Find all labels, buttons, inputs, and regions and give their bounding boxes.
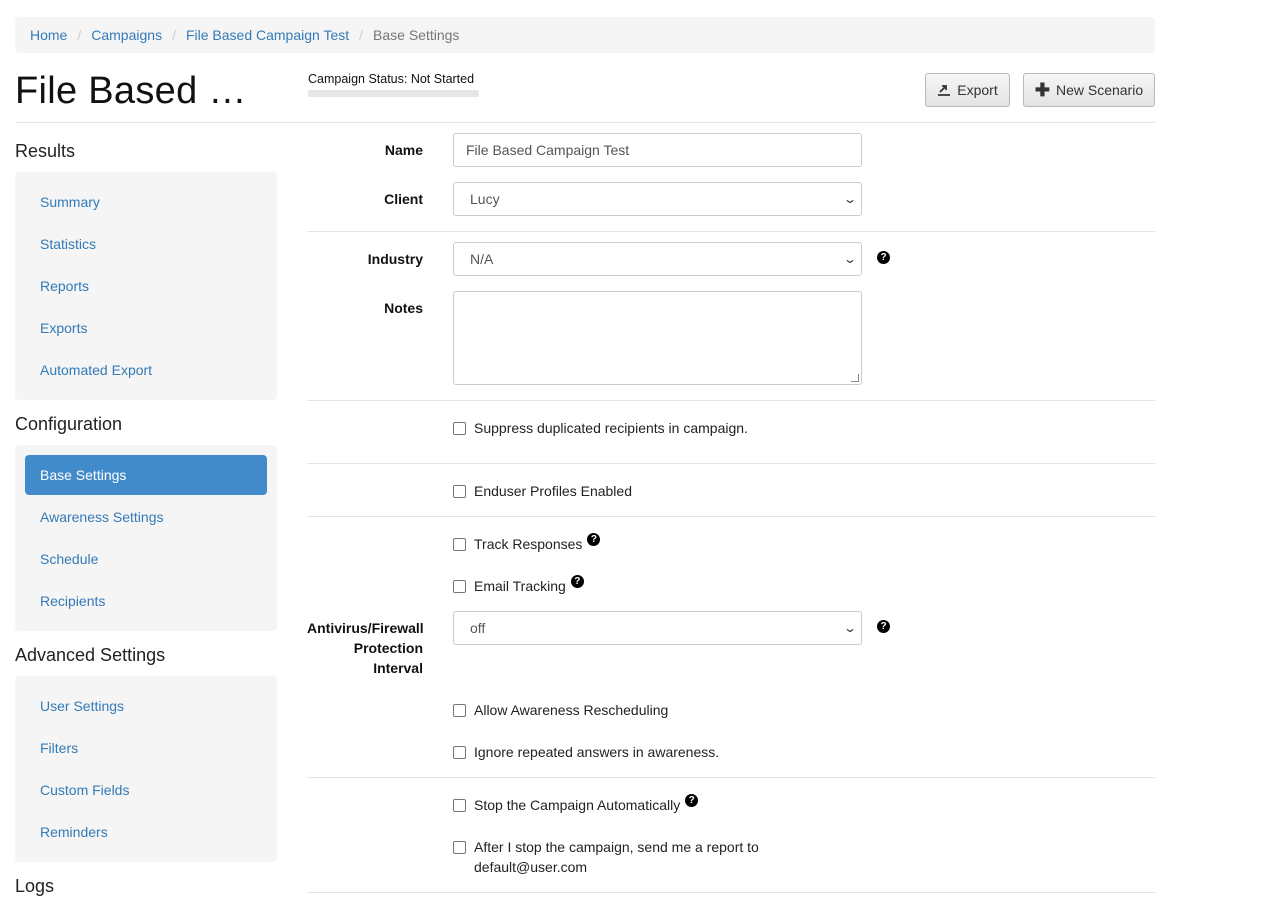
email-tracking-checkbox[interactable] bbox=[453, 580, 466, 593]
page-title: File Based … bbox=[15, 70, 247, 112]
notes-textarea[interactable] bbox=[453, 291, 862, 385]
antivirus-interval-select[interactable]: off ⌄ bbox=[453, 611, 862, 645]
breadcrumb-separator: / bbox=[172, 27, 176, 43]
campaign-status-label: Campaign Status: Not Started bbox=[308, 72, 475, 86]
industry-label: Industry bbox=[367, 251, 423, 267]
breadcrumb-current: Base Settings bbox=[373, 27, 460, 43]
client-select-value: Lucy bbox=[470, 191, 500, 207]
sidebar-item-schedule[interactable]: Schedule bbox=[25, 539, 267, 579]
section-divider bbox=[307, 400, 1155, 401]
sidebar-item-awareness-settings[interactable]: Awareness Settings bbox=[25, 497, 267, 537]
email-tracking-label: Email Tracking bbox=[474, 578, 566, 594]
export-button[interactable]: Export bbox=[925, 73, 1010, 107]
sidebar-item-user-settings[interactable]: User Settings bbox=[25, 686, 267, 726]
track-responses-label: Track Responses bbox=[474, 536, 583, 552]
sidebar-item-filters[interactable]: Filters bbox=[25, 728, 267, 768]
resize-handle-icon[interactable] bbox=[851, 374, 859, 382]
new-scenario-button[interactable]: ✚ New Scenario bbox=[1023, 73, 1155, 107]
campaign-status: Campaign Status: Not Started bbox=[308, 72, 479, 97]
breadcrumb-separator: / bbox=[359, 27, 364, 43]
send-report-option[interactable]: After I stop the campaign, send me a rep… bbox=[453, 837, 759, 877]
sidebar-item-base-settings[interactable]: Base Settings bbox=[25, 455, 267, 495]
sidebar-panel-results: Summary Statistics Reports Exports Autom… bbox=[15, 172, 277, 400]
send-report-email: default@user.com bbox=[474, 859, 588, 875]
antivirus-interval-label: Antivirus/Firewall Protection Interval bbox=[307, 618, 424, 678]
client-label: Client bbox=[384, 191, 423, 207]
stop-automatically-help-icon[interactable]: ? bbox=[685, 794, 699, 807]
ignore-repeated-checkbox[interactable] bbox=[453, 746, 466, 759]
industry-select[interactable]: N/A ⌄ bbox=[453, 242, 862, 276]
chevron-down-icon: ⌄ bbox=[842, 192, 858, 206]
section-divider bbox=[307, 231, 1155, 232]
suppress-duplicates-label: Suppress duplicated recipients in campai… bbox=[474, 420, 748, 436]
stop-automatically-label: Stop the Campaign Automatically bbox=[474, 797, 681, 813]
breadcrumb-separator: / bbox=[77, 27, 82, 43]
chevron-down-icon: ⌄ bbox=[842, 252, 858, 266]
antivirus-help-icon[interactable]: ? bbox=[877, 620, 890, 633]
sidebar-heading-logs: Logs bbox=[15, 876, 55, 896]
chevron-down-icon: ⌄ bbox=[842, 621, 858, 635]
section-divider bbox=[307, 463, 1155, 464]
track-responses-option[interactable]: Track Responses ? bbox=[453, 533, 601, 554]
breadcrumb-home-link[interactable]: Home bbox=[30, 27, 67, 43]
sidebar-item-reports[interactable]: Reports bbox=[25, 266, 267, 306]
new-scenario-button-label: New Scenario bbox=[1055, 82, 1144, 98]
email-tracking-option[interactable]: Email Tracking ? bbox=[453, 575, 584, 596]
ignore-repeated-label: Ignore repeated answers in awareness. bbox=[474, 744, 720, 760]
sidebar-item-statistics[interactable]: Statistics bbox=[25, 224, 267, 264]
sidebar-panel-configuration: Base Settings Awareness Settings Schedul… bbox=[15, 445, 277, 631]
export-button-label: Export bbox=[957, 82, 998, 98]
sidebar-item-reminders[interactable]: Reminders bbox=[25, 812, 267, 852]
allow-rescheduling-checkbox[interactable] bbox=[453, 704, 466, 717]
sidebar-item-summary[interactable]: Summary bbox=[25, 182, 267, 222]
section-divider bbox=[307, 777, 1155, 778]
stop-automatically-option[interactable]: Stop the Campaign Automatically ? bbox=[453, 794, 699, 815]
enduser-profiles-label: Enduser Profiles Enabled bbox=[474, 483, 632, 499]
export-icon bbox=[937, 82, 951, 99]
sidebar-heading-advanced-settings: Advanced Settings bbox=[15, 645, 166, 665]
breadcrumb: Home / Campaigns / File Based Campaign T… bbox=[15, 17, 1155, 53]
suppress-duplicates-checkbox[interactable] bbox=[453, 422, 466, 435]
enduser-profiles-checkbox[interactable] bbox=[453, 485, 466, 498]
plus-icon: ✚ bbox=[1034, 80, 1050, 100]
name-label: Name bbox=[384, 142, 423, 158]
header-divider bbox=[15, 122, 1155, 123]
sidebar-item-automated-export[interactable]: Automated Export bbox=[25, 350, 267, 390]
breadcrumb-campaign-link[interactable]: File Based Campaign Test bbox=[186, 27, 349, 43]
send-report-checkbox[interactable] bbox=[453, 841, 466, 854]
track-responses-checkbox[interactable] bbox=[453, 538, 466, 551]
industry-select-value: N/A bbox=[470, 251, 494, 267]
allow-rescheduling-option[interactable]: Allow Awareness Rescheduling bbox=[453, 700, 668, 720]
track-responses-help-icon[interactable]: ? bbox=[587, 533, 601, 546]
breadcrumb-campaigns-link[interactable]: Campaigns bbox=[91, 27, 162, 43]
send-report-label-line-1: After I stop the campaign, send me a rep… bbox=[474, 839, 759, 855]
sidebar-item-custom-fields[interactable]: Custom Fields bbox=[25, 770, 267, 810]
sidebar-heading-results: Results bbox=[15, 141, 76, 161]
sidebar-heading-configuration: Configuration bbox=[15, 414, 123, 434]
industry-help-icon[interactable]: ? bbox=[877, 251, 890, 264]
send-report-label: After I stop the campaign, send me a rep… bbox=[474, 837, 759, 877]
sidebar-item-exports[interactable]: Exports bbox=[25, 308, 267, 348]
section-divider bbox=[307, 892, 1155, 893]
antivirus-interval-value: off bbox=[470, 620, 486, 636]
ignore-repeated-option[interactable]: Ignore repeated answers in awareness. bbox=[453, 742, 719, 762]
antivirus-label-line-1: Antivirus/Firewall bbox=[307, 620, 424, 636]
stop-automatically-checkbox[interactable] bbox=[453, 799, 466, 812]
name-input[interactable] bbox=[453, 133, 862, 167]
antivirus-label-line-2: Protection bbox=[353, 640, 423, 656]
email-tracking-help-icon[interactable]: ? bbox=[570, 575, 584, 588]
sidebar-item-recipients[interactable]: Recipients bbox=[25, 581, 267, 621]
antivirus-label-line-3: Interval bbox=[373, 660, 423, 676]
section-divider bbox=[307, 516, 1155, 517]
sidebar-panel-advanced: User Settings Filters Custom Fields Remi… bbox=[15, 676, 277, 862]
client-select[interactable]: Lucy ⌄ bbox=[453, 182, 862, 216]
notes-label: Notes bbox=[384, 300, 423, 316]
enduser-profiles-option[interactable]: Enduser Profiles Enabled bbox=[453, 481, 632, 501]
allow-rescheduling-label: Allow Awareness Rescheduling bbox=[474, 702, 669, 718]
suppress-duplicates-option[interactable]: Suppress duplicated recipients in campai… bbox=[453, 418, 748, 438]
campaign-status-progress-bar bbox=[308, 90, 479, 97]
